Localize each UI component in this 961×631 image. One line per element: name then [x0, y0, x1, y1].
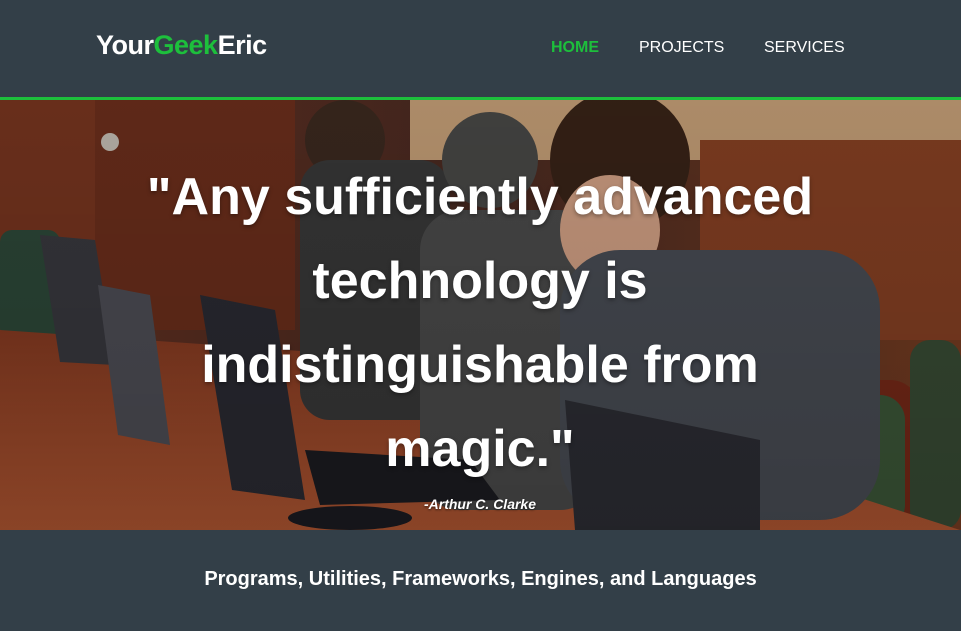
main-nav: HOME PROJECTS SERVICES: [0, 39, 961, 59]
nav-projects-link[interactable]: PROJECTS: [639, 39, 724, 57]
hero-banner: "Any sufficiently advanced technology is…: [0, 100, 961, 530]
quote-attribution: -Arthur C. Clarke: [423, 496, 537, 512]
hero-quote: "Any sufficiently advanced technology is…: [146, 168, 814, 478]
nav-home-link[interactable]: HOME: [551, 39, 599, 57]
tagline-heading: Programs, Utilities, Frameworks, Engines…: [204, 568, 757, 590]
nav-services-link[interactable]: SERVICES: [764, 39, 845, 57]
site-header: YourGeekEric HOME PROJECTS SERVICES: [0, 0, 961, 100]
tagline-band: Programs, Utilities, Frameworks, Engines…: [0, 530, 961, 631]
